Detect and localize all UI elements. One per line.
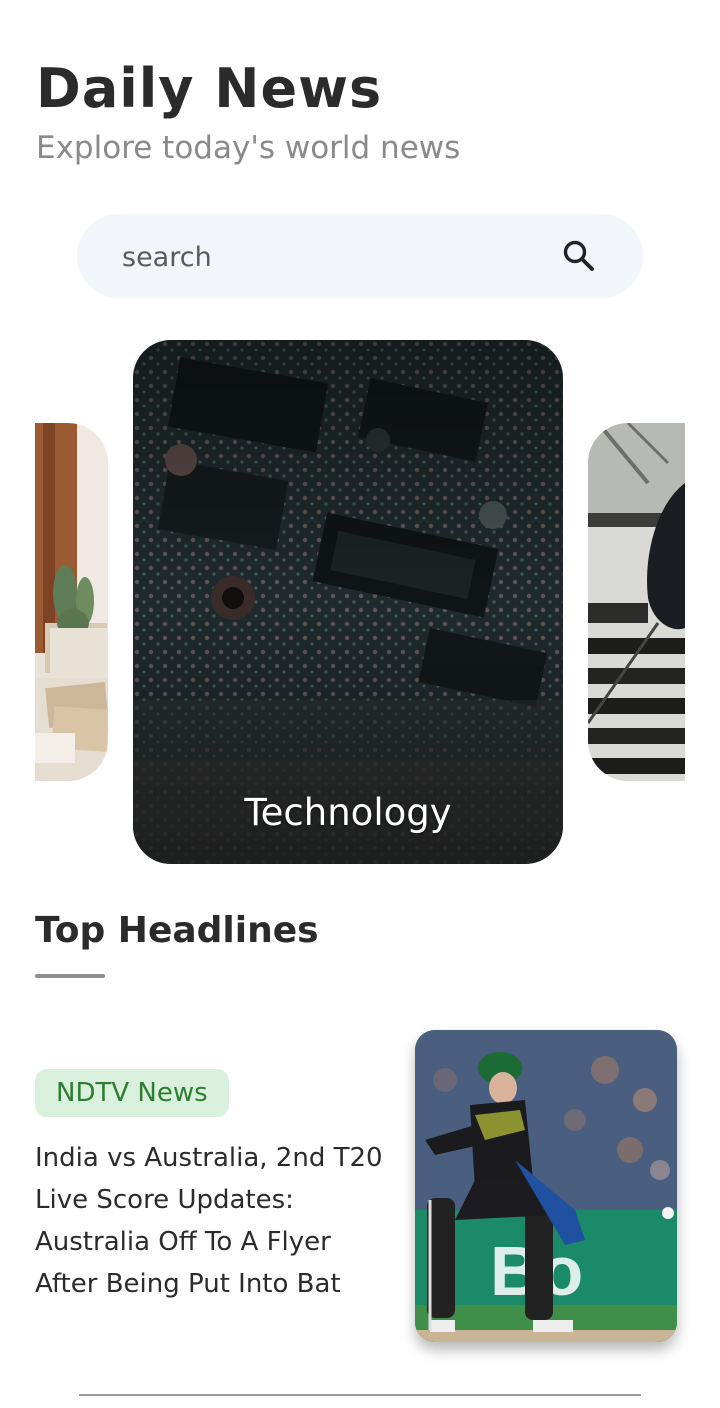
category-card-technology[interactable]: Technology [133,340,563,864]
search-bar[interactable] [77,214,643,300]
headline-image[interactable]: Bo [415,1030,677,1342]
section-title-top-headlines: Top Headlines [35,910,319,951]
app-subtitle: Explore today's world news [36,130,461,166]
stadium-stairs-photo [588,423,685,781]
bottom-divider [79,1394,641,1396]
search-icon[interactable] [561,238,597,274]
circuit-board-photo [133,340,563,864]
category-card-sports[interactable] [588,423,685,781]
cactus-desk-photo [35,423,108,781]
category-card-lifestyle[interactable] [35,423,108,781]
search-input[interactable] [120,214,544,300]
section-underline [35,974,105,978]
headline-text[interactable]: India vs Australia, 2nd T20 Live Score U… [35,1137,391,1305]
cricket-batsman-photo: Bo [415,1030,677,1342]
source-badge: NDTV News [35,1069,229,1117]
app-title: Daily News [36,57,383,120]
category-label-technology: Technology [244,791,452,834]
